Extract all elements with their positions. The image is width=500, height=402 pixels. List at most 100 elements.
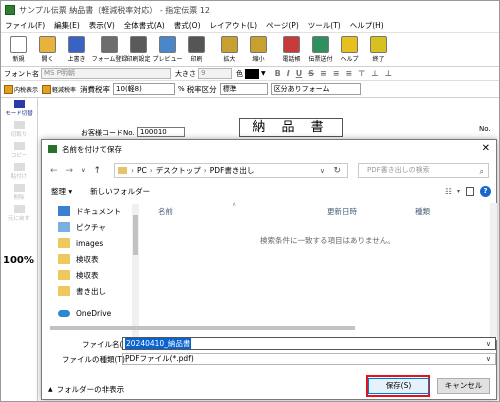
align-left-icon[interactable]: ≡ (320, 69, 327, 78)
align-middle-icon[interactable]: ⊥ (371, 69, 378, 78)
column-modified[interactable]: 更新日時 (327, 206, 357, 217)
toolbar-button-1[interactable]: 開く (34, 36, 61, 66)
toolbar-button-8[interactable]: 縮小 (245, 36, 272, 66)
file-list: ∧ 名前 更新日時 種類 検索条件に一致する項目はありません。 (148, 201, 497, 340)
nav-scrollbar[interactable] (132, 204, 139, 339)
chevron-down-icon[interactable]: ▼ (261, 70, 266, 77)
chevron-down-icon[interactable]: ∨ (486, 354, 491, 364)
underline-button[interactable]: U (296, 69, 303, 78)
breadcrumb-pc[interactable]: PC (137, 166, 147, 175)
exit-icon (370, 36, 387, 53)
font-size-select[interactable]: 9 (198, 68, 232, 79)
mode-switch-icon (13, 100, 25, 108)
forward-arrow-icon[interactable]: → (66, 166, 74, 176)
align-center-icon[interactable]: ≡ (333, 69, 340, 78)
menu-item-8[interactable]: ヘルプ(H) (350, 20, 384, 31)
address-bar[interactable]: › PC › デスクトップ › PDF書き出し ∨ ↻ (114, 163, 348, 178)
align-bottom-icon[interactable]: ⊥ (385, 69, 392, 78)
new-folder-button[interactable]: 新しいフォルダー (90, 186, 150, 197)
font-size-label: 大きさ (175, 69, 196, 78)
hide-folders-toggle[interactable]: ▲ フォルダーの非表示 (48, 384, 124, 395)
organize-button[interactable]: 整理 ▾ (51, 186, 72, 197)
font-name-select[interactable]: MS P明朝 (41, 68, 171, 79)
column-type[interactable]: 種類 (415, 206, 430, 217)
tax-kubun-select[interactable]: 標準 (219, 83, 268, 95)
toolbar: 新規 開く 上書き フォーム登録 印刷設定 プレビュー 印刷 拡大 縮小 電話帳 伝票送付 ヘルプ 終了 (1, 34, 499, 67)
bold-button[interactable]: B (275, 69, 281, 78)
toolbar-button-12[interactable]: 終了 (365, 36, 392, 66)
nav-scroll-thumb[interactable] (133, 215, 138, 255)
menu-item-0[interactable]: ファイル(F) (5, 20, 45, 31)
chevron-down-icon[interactable]: ▾ (457, 188, 460, 195)
search-input[interactable]: PDF書き出しの検索 ⌕ (358, 163, 489, 178)
printer-icon (188, 36, 205, 53)
reduced-rate-checkbox[interactable]: 軽減税率 (42, 84, 76, 94)
menu-item-5[interactable]: レイアウト(L) (210, 20, 258, 31)
sidebar-item-0[interactable]: モード切替 (1, 98, 37, 119)
view-options-icon[interactable]: ☷ (445, 187, 452, 196)
align-top-icon[interactable]: ⊤ (358, 69, 365, 78)
file-list-scrollbar[interactable] (490, 203, 497, 340)
save-button[interactable]: 保存(S) (368, 378, 429, 394)
sidebar-item-2[interactable]: コピー (1, 140, 37, 161)
menu-item-7[interactable]: ツール(T) (308, 20, 341, 31)
toolbar-button-label: 縮小 (252, 56, 265, 63)
empty-message: 検索条件に一致する項目はありません。 (260, 236, 395, 245)
preview-pane-icon[interactable] (466, 187, 474, 196)
close-icon[interactable]: ✕ (482, 143, 490, 154)
toolbar-button-6[interactable]: 印刷 (183, 36, 210, 66)
sidebar-item-4[interactable]: 削除 (1, 182, 37, 203)
menu-item-6[interactable]: ページ(P) (266, 20, 299, 31)
chevron-down-icon[interactable]: ∨ (486, 340, 491, 348)
toolbar-button-5[interactable]: プレビュー (153, 36, 183, 66)
help-icon[interactable]: ? (480, 186, 491, 197)
toolbar-button-3[interactable]: フォーム登録 (92, 36, 127, 66)
horizontal-scrollbar[interactable] (50, 325, 385, 332)
sidebar-item-3[interactable]: 貼付け (1, 161, 37, 182)
menu-item-4[interactable]: 書式(O) (174, 20, 201, 31)
horizontal-scroll-thumb[interactable] (50, 326, 355, 330)
tax-inclusive-checkbox[interactable]: 内税表示 (4, 84, 38, 94)
refresh-icon[interactable]: ↻ (333, 166, 341, 176)
kubun-form-toggle[interactable]: 区分ありフォーム (270, 83, 361, 95)
tax-rate-unit: % (178, 85, 185, 93)
documents-icon (58, 206, 70, 216)
toolbar-button-0[interactable]: 新規 (5, 36, 32, 66)
cancel-button[interactable]: キャンセル (437, 378, 490, 394)
toolbar-button-9[interactable]: 電話帳 (278, 36, 305, 66)
menu-item-1[interactable]: 編集(E) (54, 20, 80, 31)
sidebar-item-1[interactable]: 切取り (1, 119, 37, 140)
strikethrough-button[interactable]: S (308, 69, 314, 78)
send-slip-icon (312, 36, 329, 53)
tax-rate-select[interactable]: 10(軽8) (113, 83, 176, 95)
navigation-row: ← → ∨ ↑ › PC › デスクトップ › PDF書き出し ∨ ↻ PDF書… (42, 162, 496, 179)
tax-kubun-label: 税率区分 (186, 84, 217, 94)
sidebar-item-5[interactable]: 元に戻す (1, 203, 37, 224)
filetype-select[interactable]: PDFファイル(*.pdf) ∨ (122, 353, 496, 365)
title-bar: サンプル伝票 納品書（軽減税率対応） - 指定伝票 12 (1, 1, 499, 19)
toolbar-button-11[interactable]: ヘルプ (336, 36, 363, 66)
filename-input[interactable]: 20240410_納品書 ∨ (122, 337, 496, 350)
align-right-icon[interactable]: ≡ (345, 69, 352, 78)
breadcrumb-desktop[interactable]: デスクトップ (156, 165, 201, 176)
chevron-down-icon[interactable]: ∨ (81, 167, 85, 174)
sidebar-item-label: コピー (10, 153, 28, 159)
filetype-label: ファイルの種類(T): (62, 355, 128, 364)
menu-item-3[interactable]: 全体書式(A) (124, 20, 165, 31)
toolbar-button-10[interactable]: 伝票送付 (307, 36, 334, 66)
menu-item-2[interactable]: 表示(V) (89, 20, 115, 31)
breadcrumb-pdf-export[interactable]: PDF書き出し (210, 165, 255, 176)
toolbar-button-label: フォーム登録 (91, 56, 128, 63)
toolbar-button-2[interactable]: 上書き (63, 36, 90, 66)
italic-button[interactable]: I (287, 69, 290, 78)
customer-code-label: お客様コードNo. (81, 129, 135, 137)
column-name[interactable]: 名前 (158, 206, 173, 217)
chevron-down-icon[interactable]: ∨ (320, 167, 325, 175)
up-arrow-icon[interactable]: ↑ (94, 166, 102, 176)
toolbar-button-4[interactable]: 印刷設定 (125, 36, 152, 66)
new-file-icon (10, 36, 27, 53)
back-arrow-icon[interactable]: ← (50, 166, 58, 176)
toolbar-button-7[interactable]: 拡大 (216, 36, 243, 66)
color-swatch[interactable] (245, 68, 259, 79)
copy-icon (13, 142, 25, 150)
